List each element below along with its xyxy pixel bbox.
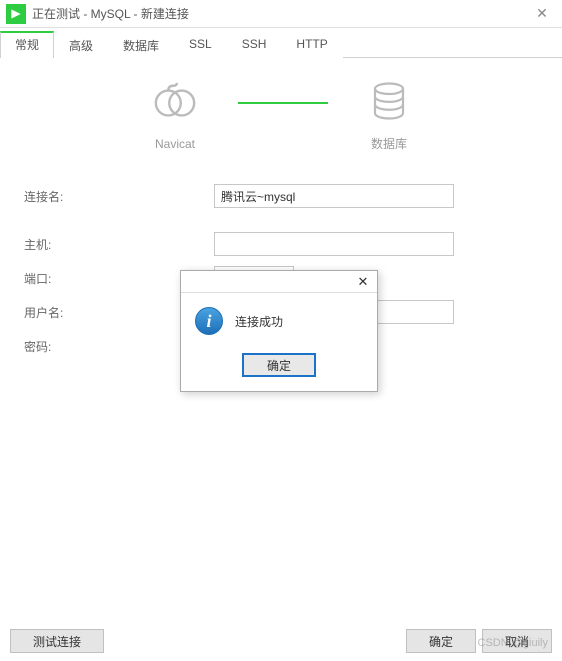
ok-button[interactable]: 确定	[406, 629, 476, 653]
database-label: 数据库	[371, 135, 407, 152]
window-title: 正在测试 - MySQL - 新建连接	[32, 5, 522, 22]
host-label: 主机:	[24, 236, 214, 253]
test-connection-button[interactable]: 测试连接	[10, 629, 104, 653]
tabs: 常规 高级 数据库 SSL SSH HTTP	[0, 30, 562, 58]
tab-ssl[interactable]: SSL	[174, 31, 227, 58]
info-icon: i	[195, 307, 223, 335]
dialog-message: 连接成功	[235, 313, 283, 330]
dialog-close-icon[interactable]: ✕	[349, 271, 377, 292]
tab-http[interactable]: HTTP	[281, 31, 342, 58]
app-icon	[6, 4, 26, 24]
conn-name-label: 连接名:	[24, 188, 214, 205]
connection-line	[238, 102, 328, 104]
titlebar: 正在测试 - MySQL - 新建连接 ✕	[0, 0, 562, 28]
result-dialog: ✕ i 连接成功 确定	[180, 270, 378, 392]
tab-database[interactable]: 数据库	[108, 31, 174, 58]
tab-ssh[interactable]: SSH	[227, 31, 282, 58]
host-input[interactable]	[214, 232, 454, 256]
database-icon	[368, 78, 410, 127]
connection-banner: Navicat 数据库	[0, 58, 562, 164]
dialog-ok-button[interactable]: 确定	[242, 353, 316, 377]
footer: 测试连接 确定 取消	[0, 629, 562, 653]
close-icon[interactable]: ✕	[522, 0, 562, 28]
navicat-label: Navicat	[155, 137, 195, 151]
tab-general[interactable]: 常规	[0, 31, 54, 58]
navicat-icon	[152, 80, 198, 129]
tab-advanced[interactable]: 高级	[54, 31, 108, 58]
conn-name-input[interactable]	[214, 184, 454, 208]
cancel-button[interactable]: 取消	[482, 629, 552, 653]
